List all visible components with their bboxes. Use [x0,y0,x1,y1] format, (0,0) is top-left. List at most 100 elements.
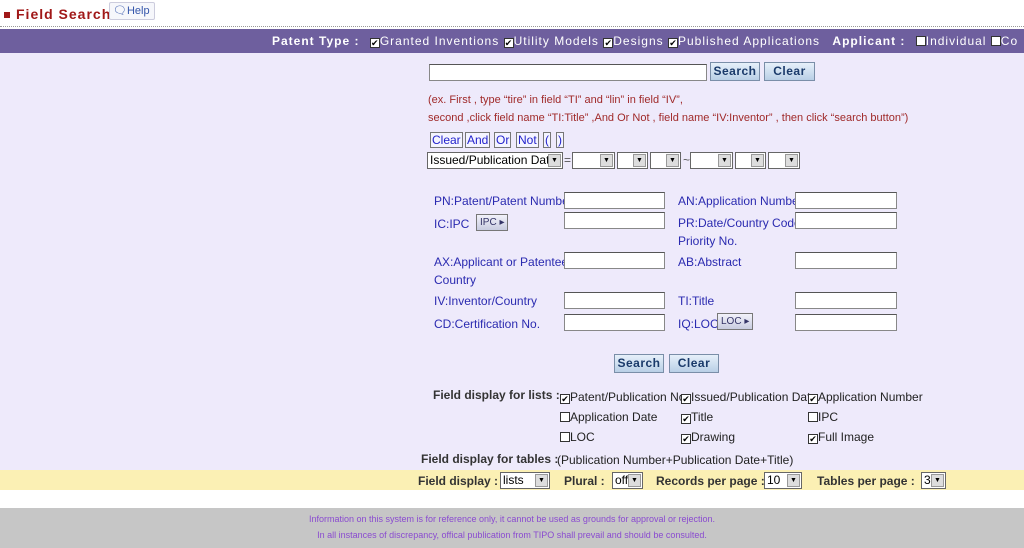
records-label: Records per page : [656,474,765,488]
label: Co [1000,34,1019,48]
filter-bar: Patent Type : ✔Granted Inventions ✔Utili… [0,29,1024,53]
pr-label[interactable]: PR:Date/Country Code/ [678,216,804,230]
to-day-select[interactable]: ▼ [768,152,800,169]
ti-label[interactable]: TI:Title [678,294,714,308]
plural-select[interactable]: off ▼ [612,472,643,489]
op-and[interactable]: And [465,132,491,148]
hint-line-1: (ex. First , type “tire” in field “TI” a… [428,94,683,106]
chevron-down-icon: ▼ [548,154,561,167]
op-close-paren[interactable]: ) [556,132,564,148]
op-or[interactable]: Or [494,132,512,148]
checkbox[interactable]: ✔ [667,38,678,48]
checkbox[interactable]: ✔ [681,414,691,424]
iv-label[interactable]: IV:Inventor/Country [434,294,537,308]
checkbox[interactable] [808,412,818,422]
pr-label-2: Priority No. [678,234,738,248]
to-month-select[interactable]: ▼ [735,152,766,169]
type-designs[interactable]: ✔Designs [603,34,663,48]
list-field-app-number[interactable]: ✔Application Number [808,390,923,404]
op-clear[interactable]: Clear [430,132,463,148]
chevron-down-icon: ▼ [628,474,641,487]
pn-input[interactable] [564,192,665,209]
label: Full Image [818,430,875,444]
form-clear-button[interactable]: Clear [669,354,719,373]
checkbox[interactable]: ✔ [503,38,514,48]
type-published[interactable]: ✔Published Applications [667,34,820,48]
hint-line-2: second ,click field name “TI:Title” ,And… [428,112,909,124]
list-field-title[interactable]: ✔Title [681,410,713,424]
ic-input[interactable] [564,212,665,229]
cd-label[interactable]: CD:Certification No. [434,317,540,331]
label: Drawing [691,430,736,444]
loc-button[interactable]: LOC ▸ [717,313,754,330]
op-open-paren[interactable]: ( [543,132,551,148]
list-field-full-image[interactable]: ✔Full Image [808,430,874,444]
from-day-select[interactable]: ▼ [650,152,681,169]
tables-select[interactable]: 3 ▼ [921,472,946,489]
help-button[interactable]: 🗨Help [109,2,155,20]
plural-label: Plural : [564,474,605,488]
iv-input[interactable] [564,292,665,309]
checkbox[interactable] [560,412,570,422]
applicant-individual[interactable]: Individual [915,34,987,48]
ic-label[interactable]: IC:IPC [434,217,469,231]
label: Designs [613,34,664,48]
chevron-down-icon: ▼ [787,474,800,487]
an-label[interactable]: AN:Application Number [678,194,803,208]
checkbox[interactable]: ✔ [603,38,614,48]
records-select[interactable]: 10 ▼ [764,472,802,489]
checkbox[interactable]: ✔ [808,434,818,444]
iq-input[interactable] [795,314,897,331]
query-input[interactable] [429,64,707,81]
value: lists [503,473,524,487]
iq-label[interactable]: IQ:LOC [678,317,719,331]
to-year-select[interactable]: ▼ [690,152,733,169]
op-not[interactable]: Not [516,132,539,148]
checkbox[interactable]: ✔ [681,434,691,444]
pn-label[interactable]: PN:Patent/Patent Number [434,194,573,208]
label: Issued/Publication Date [691,390,818,404]
list-field-drawing[interactable]: ✔Drawing [681,430,735,444]
date-field-select[interactable]: Issued/Publication Date ▼ [427,152,563,169]
checkbox[interactable] [915,36,926,46]
an-input[interactable] [795,192,897,209]
chevron-down-icon: ▼ [751,154,764,167]
label: Title [691,410,714,424]
list-field-patent-no[interactable]: ✔Patent/Publication No. [560,390,689,404]
checkbox[interactable] [990,36,1001,46]
value: off [615,473,629,487]
ab-label[interactable]: AB:Abstract [678,255,741,269]
label: Patent/Publication No. [570,390,689,404]
checkbox[interactable]: ✔ [369,38,380,48]
help-label: Help [126,5,150,17]
clear-button[interactable]: Clear [764,62,815,81]
checkbox[interactable] [560,432,570,442]
checkbox[interactable]: ✔ [560,394,570,404]
ax-label[interactable]: AX:Applicant or Patentee/ [434,255,571,269]
ab-input[interactable] [795,252,897,269]
speech-bubble-icon: 🗨 [113,5,127,17]
type-utility[interactable]: ✔Utility Models [503,34,599,48]
list-field-ipc[interactable]: IPC [808,410,838,424]
label: Application Date [570,410,658,424]
pr-input[interactable] [795,212,897,229]
field-display-select[interactable]: lists ▼ [500,472,550,489]
from-year-select[interactable]: ▼ [572,152,615,169]
checkbox[interactable]: ✔ [808,394,818,404]
list-field-issued-date[interactable]: ✔Issued/Publication Date [681,390,817,404]
list-field-loc[interactable]: LOC [560,430,595,444]
ipc-button[interactable]: IPC ▸ [476,214,509,231]
list-field-app-date[interactable]: Application Date [560,410,657,424]
ax-input[interactable] [564,252,665,269]
applicant-co[interactable]: Co [990,34,1019,48]
applicant-label: Applicant : [832,34,906,48]
ax-label-2: Country [434,273,477,287]
label: Granted Inventions [379,34,500,48]
checkbox[interactable]: ✔ [681,394,691,404]
form-search-button[interactable]: Search [614,354,664,373]
cd-input[interactable] [564,314,665,331]
search-button[interactable]: Search [710,62,760,81]
ti-input[interactable] [795,292,897,309]
type-granted[interactable]: ✔Granted Inventions [369,34,500,48]
from-month-select[interactable]: ▼ [617,152,648,169]
